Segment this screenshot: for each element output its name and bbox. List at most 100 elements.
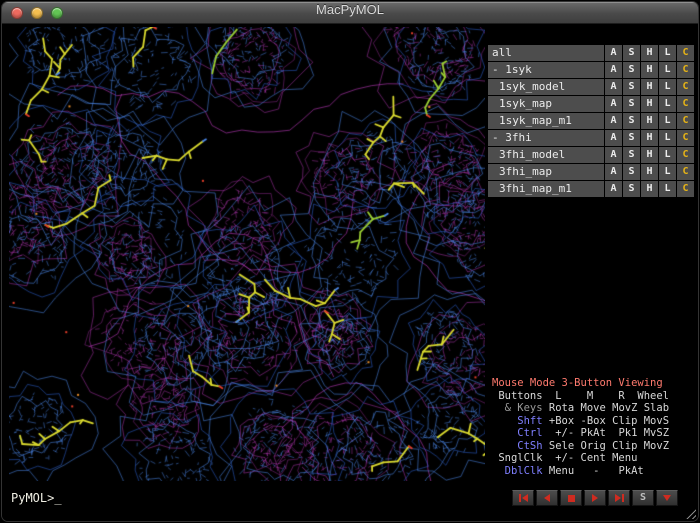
help-text-segment: Menu - PkAt — [549, 465, 644, 477]
object-panel: allASHLC- 1sykASHLC1syk_modelASHLC1syk_m… — [488, 45, 694, 198]
object-h-button[interactable]: H — [641, 147, 658, 163]
scene-icon: S — [640, 491, 646, 505]
object-c-button[interactable]: C — [677, 181, 694, 197]
object-c-button[interactable]: C — [677, 45, 694, 61]
object-l-button[interactable]: L — [659, 181, 676, 197]
help-text-segment: Shft — [492, 415, 549, 427]
movie-controls: S — [512, 490, 678, 506]
play-icon — [592, 494, 598, 502]
object-a-button[interactable]: A — [605, 181, 622, 197]
object-s-button[interactable]: S — [623, 130, 640, 146]
object-l-button[interactable]: L — [659, 164, 676, 180]
object-c-button[interactable]: C — [677, 113, 694, 129]
object-a-button[interactable]: A — [605, 45, 622, 61]
object-s-button[interactable]: S — [623, 113, 640, 129]
object-name[interactable]: 1syk_model — [488, 79, 604, 95]
object-a-button[interactable]: A — [605, 113, 622, 129]
object-row: 1syk_mapASHLC — [488, 96, 694, 112]
object-l-button[interactable]: L — [659, 113, 676, 129]
object-a-button[interactable]: A — [605, 164, 622, 180]
go-to-start-icon — [519, 494, 521, 502]
object-c-button[interactable]: C — [677, 96, 694, 112]
object-row: - 1sykASHLC — [488, 62, 694, 78]
help-text-segment: Sele Orig Clip MovZ — [549, 440, 669, 452]
object-s-button[interactable]: S — [623, 181, 640, 197]
help-line: SnglClk +/- Cent Menu — [492, 452, 694, 465]
object-h-button[interactable]: H — [641, 164, 658, 180]
object-name[interactable]: 1syk_map_m1 — [488, 113, 604, 129]
object-s-button[interactable]: S — [623, 96, 640, 112]
menu-down-icon — [663, 495, 671, 501]
go-to-end-button[interactable] — [608, 490, 630, 506]
object-name[interactable]: 1syk_map — [488, 96, 604, 112]
menu-down-button[interactable] — [656, 490, 678, 506]
object-h-button[interactable]: H — [641, 79, 658, 95]
object-h-button[interactable]: H — [641, 130, 658, 146]
go-to-end-icon — [615, 494, 621, 502]
object-name[interactable]: all — [488, 45, 604, 61]
help-text-segment: Rota Move MovZ Slab — [549, 402, 669, 414]
help-text-segment: Mouse Mode 3-Button Viewing — [492, 377, 663, 389]
help-line: DblClk Menu - PkAt — [492, 465, 694, 478]
help-text-segment: +/- PkAt Pk1 MvSZ — [549, 427, 669, 439]
object-row: 3fhi_map_m1ASHLC — [488, 181, 694, 197]
object-row: 3fhi_modelASHLC — [488, 147, 694, 163]
object-s-button[interactable]: S — [623, 62, 640, 78]
object-c-button[interactable]: C — [677, 147, 694, 163]
object-a-button[interactable]: A — [605, 62, 622, 78]
object-a-button[interactable]: A — [605, 130, 622, 146]
object-c-button[interactable]: C — [677, 164, 694, 180]
play-button[interactable] — [584, 490, 606, 506]
stop-button[interactable] — [560, 490, 582, 506]
object-a-button[interactable]: A — [605, 147, 622, 163]
go-to-start-button[interactable] — [512, 490, 534, 506]
step-back-button[interactable] — [536, 490, 558, 506]
object-s-button[interactable]: S — [623, 79, 640, 95]
object-s-button[interactable]: S — [623, 147, 640, 163]
object-s-button[interactable]: S — [623, 45, 640, 61]
object-row: 3fhi_mapASHLC — [488, 164, 694, 180]
object-a-button[interactable]: A — [605, 96, 622, 112]
viewport-canvas[interactable] — [9, 27, 485, 481]
go-to-end-icon — [622, 494, 624, 502]
help-line: Shft +Box -Box Clip MovS — [492, 415, 694, 428]
help-line: Ctrl +/- PkAt Pk1 MvSZ — [492, 427, 694, 440]
object-name[interactable]: 3fhi_model — [488, 147, 604, 163]
object-h-button[interactable]: H — [641, 45, 658, 61]
help-text-segment: Buttons L M R Wheel — [492, 390, 669, 402]
window-content: allASHLC- 1sykASHLC1syk_modelASHLC1syk_m… — [2, 25, 698, 521]
object-name[interactable]: - 1syk — [488, 62, 604, 78]
object-h-button[interactable]: H — [641, 96, 658, 112]
object-c-button[interactable]: C — [677, 62, 694, 78]
object-name[interactable]: 3fhi_map — [488, 164, 604, 180]
object-l-button[interactable]: L — [659, 96, 676, 112]
object-h-button[interactable]: H — [641, 181, 658, 197]
object-l-button[interactable]: L — [659, 130, 676, 146]
object-row: - 3fhiASHLC — [488, 130, 694, 146]
help-lines: Mouse Mode 3-Button Viewing Buttons L M … — [492, 377, 694, 477]
help-line: Buttons L M R Wheel — [492, 390, 694, 403]
stop-icon — [568, 495, 575, 502]
scene-button[interactable]: S — [632, 490, 654, 506]
object-name[interactable]: 3fhi_map_m1 — [488, 181, 604, 197]
object-a-button[interactable]: A — [605, 79, 622, 95]
object-c-button[interactable]: C — [677, 130, 694, 146]
object-h-button[interactable]: H — [641, 113, 658, 129]
object-c-button[interactable]: C — [677, 79, 694, 95]
object-name[interactable]: - 3fhi — [488, 130, 604, 146]
prompt-text: PyMOL>_ — [11, 491, 62, 505]
object-l-button[interactable]: L — [659, 62, 676, 78]
object-l-button[interactable]: L — [659, 45, 676, 61]
help-text-segment: +Box -Box Clip MovS — [549, 415, 669, 427]
object-row: allASHLC — [488, 45, 694, 61]
help-line: CtSh Sele Orig Clip MovZ — [492, 440, 694, 453]
object-h-button[interactable]: H — [641, 62, 658, 78]
macpymol-window: MacPyMOL allASHLC- 1sykASHLC1syk_modelAS… — [2, 2, 698, 521]
object-s-button[interactable]: S — [623, 164, 640, 180]
help-line: Mouse Mode 3-Button Viewing — [492, 377, 694, 390]
object-l-button[interactable]: L — [659, 147, 676, 163]
command-prompt[interactable]: PyMOL>_ — [11, 491, 62, 505]
object-list: allASHLC- 1sykASHLC1syk_modelASHLC1syk_m… — [488, 45, 694, 197]
object-l-button[interactable]: L — [659, 79, 676, 95]
step-back-icon — [544, 494, 550, 502]
